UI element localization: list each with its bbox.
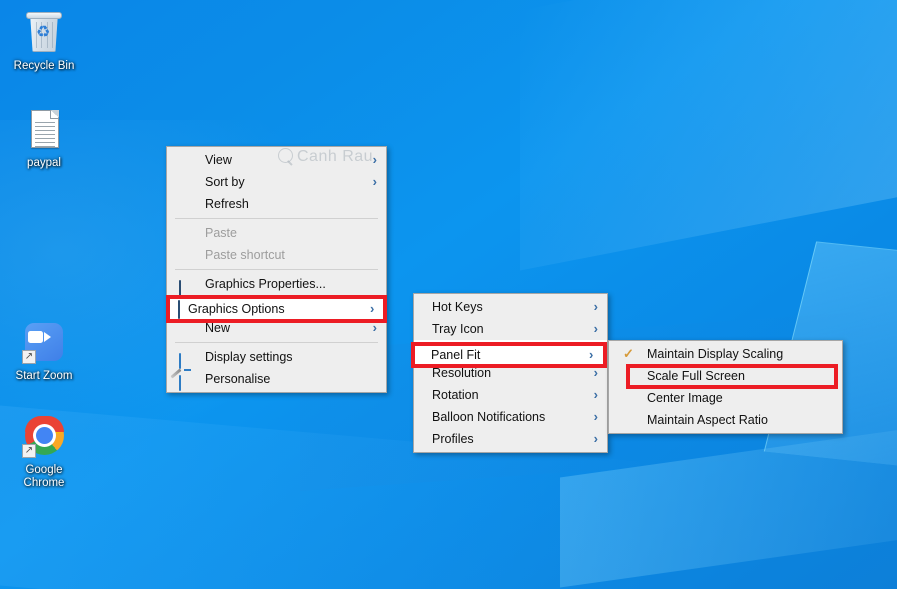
- desktop-icon-recycle-bin[interactable]: ♻ Recycle Bin: [6, 8, 82, 73]
- recycle-bin-icon: ♻: [20, 8, 68, 56]
- shortcut-overlay-icon: ↗: [22, 350, 36, 364]
- menu-item-personalise[interactable]: Personalise: [167, 368, 386, 391]
- wallpaper-ray-top: [520, 0, 897, 271]
- chevron-right-icon: ›: [593, 365, 598, 380]
- graphics-icon: [179, 277, 195, 296]
- graphics-options-highlight-label: Graphics Options: [188, 302, 285, 316]
- menu-item-label: Profiles: [432, 432, 474, 446]
- desktop-icon-label: paypal: [27, 157, 61, 169]
- menu-item-balloon-notifications[interactable]: Balloon Notifications ›: [414, 406, 607, 428]
- menu-item-graphics-properties[interactable]: Graphics Properties...: [167, 273, 386, 296]
- menu-separator: [175, 269, 378, 270]
- menu-item-profiles[interactable]: Profiles ›: [414, 428, 607, 450]
- desktop-icon-label: Recycle Bin: [13, 60, 75, 72]
- desktop-icon-start-zoom[interactable]: ↗ Start Zoom: [6, 318, 82, 383]
- text-document-icon: [20, 105, 68, 153]
- chevron-right-icon: ›: [593, 343, 598, 358]
- chevron-right-icon: ›: [372, 174, 377, 189]
- desktop[interactable]: ♻ Recycle Bin paypal ↗ Start Zoom ↗ Goog…: [0, 0, 897, 589]
- menu-separator: [175, 342, 378, 343]
- chevron-right-icon: ›: [593, 321, 598, 336]
- chevron-right-icon: ›: [372, 320, 377, 335]
- monitor-icon: [179, 350, 195, 369]
- menu-item-center-image[interactable]: Center Image: [609, 387, 842, 409]
- panel-fit-highlight-label: Panel Fit: [431, 348, 481, 362]
- menu-item-label: New: [205, 321, 231, 335]
- menu-separator: [175, 218, 378, 219]
- zoom-app-icon: ↗: [20, 318, 68, 366]
- menu-item-refresh[interactable]: Refresh: [167, 193, 386, 215]
- checkmark-icon: ✓: [623, 346, 634, 361]
- menu-item-label: Sort by: [205, 175, 245, 189]
- menu-item-label: Paste shortcut: [205, 248, 285, 262]
- menu-item-label: Refresh: [205, 197, 249, 211]
- desktop-icon-label: Start Zoom: [15, 370, 73, 382]
- menu-item-paste-shortcut: Paste shortcut: [167, 244, 386, 266]
- desktop-icon-google-chrome[interactable]: ↗ Google Chrome: [6, 412, 82, 490]
- menu-item-paste: Paste: [167, 222, 386, 244]
- menu-item-resolution[interactable]: Resolution ›: [414, 362, 607, 384]
- desktop-context-menu[interactable]: View › Sort by › Refresh Paste Paste sho…: [166, 146, 387, 393]
- menu-item-label: Center Image: [647, 391, 723, 405]
- shortcut-overlay-icon: ↗: [22, 444, 36, 458]
- menu-item-tray-icon[interactable]: Tray Icon ›: [414, 318, 607, 340]
- wallpaper-ray-lower: [560, 418, 897, 588]
- menu-item-label: Display settings: [205, 350, 293, 364]
- chevron-right-icon: ›: [593, 299, 598, 314]
- chevron-right-icon: ›: [589, 347, 594, 362]
- graphics-options-submenu[interactable]: Hot Keys › Tray Icon › Panel Fit › Resol…: [413, 293, 608, 453]
- menu-item-label: Personalise: [205, 372, 271, 386]
- menu-item-label: Balloon Notifications: [432, 410, 546, 424]
- chrome-icon: ↗: [20, 412, 68, 460]
- menu-item-label: Scale Full Screen: [647, 369, 745, 383]
- personalise-icon: [170, 368, 195, 391]
- menu-item-display-settings[interactable]: Display settings: [167, 346, 386, 369]
- menu-item-label: Maintain Aspect Ratio: [647, 413, 768, 427]
- chevron-right-icon: ›: [370, 301, 375, 316]
- chevron-right-icon: ›: [593, 409, 598, 424]
- desktop-icon-label: Google Chrome: [23, 464, 65, 489]
- desktop-icon-paypal[interactable]: paypal: [6, 105, 82, 170]
- menu-item-view[interactable]: View ›: [167, 149, 386, 171]
- menu-item-maintain-aspect-ratio[interactable]: Maintain Aspect Ratio: [609, 409, 842, 431]
- panel-fit-submenu[interactable]: ✓ Maintain Display Scaling Scale Full Sc…: [608, 340, 843, 434]
- menu-item-maintain-display-scaling[interactable]: ✓ Maintain Display Scaling: [609, 343, 842, 365]
- menu-item-label: Graphics Properties...: [205, 277, 326, 291]
- menu-item-hot-keys[interactable]: Hot Keys ›: [414, 296, 607, 318]
- menu-item-label: View: [205, 153, 232, 167]
- menu-item-label: Resolution: [432, 366, 492, 380]
- chevron-right-icon: ›: [372, 152, 377, 167]
- menu-item-label: Tray Icon: [432, 322, 484, 336]
- menu-item-label: Maintain Display Scaling: [647, 347, 784, 361]
- chevron-right-icon: ›: [593, 431, 598, 446]
- menu-item-label: Paste: [205, 226, 237, 240]
- menu-item-scale-full-screen[interactable]: Scale Full Screen: [609, 365, 842, 387]
- menu-item-label: Rotation: [432, 388, 479, 402]
- menu-item-rotation[interactable]: Rotation ›: [414, 384, 607, 406]
- menu-item-label: Hot Keys: [432, 300, 483, 314]
- menu-item-sort-by[interactable]: Sort by ›: [167, 171, 386, 193]
- menu-item-new[interactable]: New ›: [167, 317, 386, 339]
- chevron-right-icon: ›: [593, 387, 598, 402]
- graphics-icon: [178, 300, 194, 319]
